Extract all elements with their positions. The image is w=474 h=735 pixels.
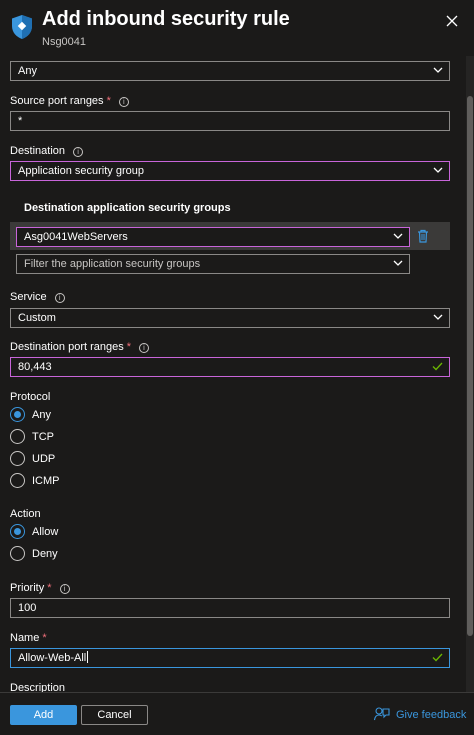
priority-label: Priority * i <box>10 582 70 594</box>
protocol-radio-any[interactable] <box>10 407 25 422</box>
service-label: Service i <box>10 291 65 303</box>
blade-header: Add inbound security rule Nsg0041 <box>0 0 474 56</box>
scrollbar[interactable] <box>466 56 474 692</box>
asg-filter-dropdown[interactable]: Filter the application security groups <box>16 254 410 274</box>
give-feedback-link[interactable]: Give feedback <box>374 707 466 721</box>
protocol-label: Protocol <box>10 391 51 403</box>
protocol-option-label: TCP <box>32 431 54 443</box>
source-dropdown[interactable]: Any <box>10 61 450 81</box>
name-label: Name * <box>10 632 47 644</box>
cancel-button[interactable]: Cancel <box>81 705 148 725</box>
info-icon[interactable]: i <box>54 293 65 303</box>
destination-dropdown[interactable]: Application security group <box>10 161 450 181</box>
destination-port-ranges-input[interactable]: 80,443 <box>10 357 450 377</box>
chevron-down-icon <box>393 260 403 266</box>
destination-port-ranges-label: Destination port ranges * i <box>10 341 150 353</box>
info-icon[interactable]: i <box>73 147 84 157</box>
protocol-option-label: Any <box>32 409 51 421</box>
page-title: Add inbound security rule <box>42 8 290 30</box>
chevron-down-icon <box>433 67 443 73</box>
info-icon[interactable]: i <box>118 97 129 107</box>
chevron-down-icon <box>433 167 443 173</box>
action-option-label: Allow <box>32 526 59 538</box>
feedback-icon <box>374 707 390 721</box>
destination-label: Destination i <box>10 145 84 157</box>
chevron-down-icon <box>433 314 443 320</box>
protocol-radio-udp[interactable] <box>10 451 25 466</box>
scrollbar-thumb[interactable] <box>467 96 473 636</box>
protocol-radio-tcp[interactable] <box>10 429 25 444</box>
close-icon <box>446 15 458 27</box>
name-input[interactable]: Allow-Web-All <box>10 648 450 668</box>
close-button[interactable] <box>443 12 461 30</box>
add-button[interactable]: Add <box>10 705 77 725</box>
action-radio-allow[interactable] <box>10 524 25 539</box>
info-icon[interactable]: i <box>59 584 70 594</box>
info-icon[interactable]: i <box>139 343 150 353</box>
destination-asg-dropdown[interactable]: Asg0041WebServers <box>16 227 410 247</box>
service-dropdown[interactable]: Custom <box>10 308 450 328</box>
destination-asg-section-title: Destination application security groups <box>24 202 231 214</box>
action-option-label: Deny <box>32 548 58 560</box>
checkmark-icon <box>432 362 443 371</box>
shield-icon <box>12 15 32 39</box>
action-label: Action <box>10 508 41 520</box>
protocol-radio-icmp[interactable] <box>10 473 25 488</box>
checkmark-icon <box>432 653 443 662</box>
source-value: Any <box>18 65 37 77</box>
source-port-ranges-label: Source port ranges * i <box>10 95 129 107</box>
protocol-option-label: UDP <box>32 453 56 465</box>
delete-icon[interactable] <box>417 229 429 243</box>
priority-input[interactable]: 100 <box>10 598 450 618</box>
chevron-down-icon <box>393 233 403 239</box>
action-radio-deny[interactable] <box>10 546 25 561</box>
protocol-option-label: ICMP <box>32 475 60 487</box>
page-subtitle: Nsg0041 <box>42 36 87 48</box>
source-port-ranges-input[interactable]: * <box>10 111 450 131</box>
blade-footer: Add Cancel Give feedback <box>0 692 474 735</box>
